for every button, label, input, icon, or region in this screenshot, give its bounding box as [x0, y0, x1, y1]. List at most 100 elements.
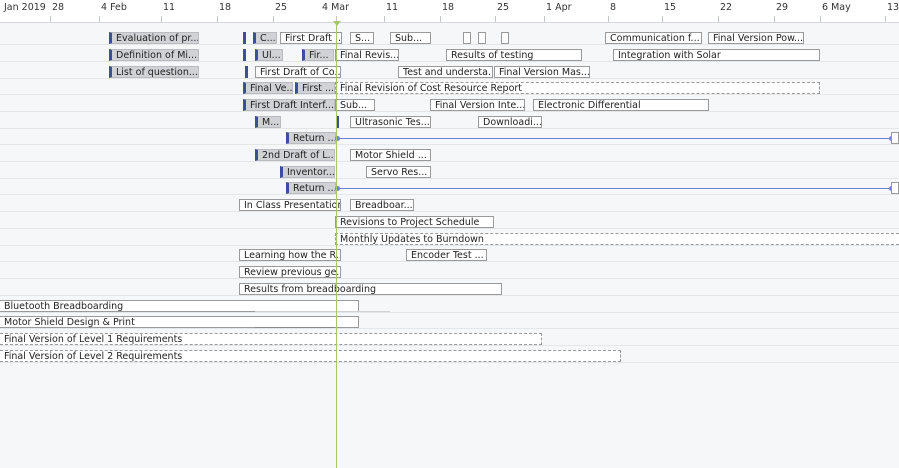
task-bar[interactable]: Inventor... — [280, 166, 335, 178]
tick-label: 6 May — [822, 2, 851, 13]
task-bar[interactable]: Sub... — [390, 32, 431, 44]
task-bar[interactable]: 2nd Draft of L... — [255, 149, 335, 161]
row-divider — [0, 61, 899, 62]
row-divider — [0, 328, 899, 329]
task-bar[interactable]: Integration with Solar — [613, 49, 820, 61]
tick-mark — [885, 16, 886, 22]
task-bar[interactable]: C... — [253, 32, 277, 44]
task-bar[interactable]: Final Version Inte... — [430, 99, 525, 111]
task-bar[interactable]: Return ... — [286, 182, 336, 194]
tick-label: 25 — [497, 2, 510, 13]
task-bar[interactable]: Final Version Pow... — [708, 32, 804, 44]
task-bar[interactable] — [891, 132, 899, 144]
today-marker-icon — [333, 21, 341, 26]
tick-mark — [50, 16, 51, 22]
row-divider — [0, 345, 899, 346]
task-bar[interactable]: Final Version of Level 2 Requirements — [0, 350, 621, 362]
task-bar[interactable]: Learning how the R... — [239, 249, 341, 261]
tick-mark — [273, 16, 274, 22]
row-divider — [0, 312, 899, 313]
tick-label: 15 — [664, 2, 677, 13]
tick-label: 1 Apr — [546, 2, 572, 13]
task-bar[interactable]: Fir... — [302, 49, 334, 61]
tick-mark — [718, 16, 719, 22]
tick-label: 29 — [776, 2, 789, 13]
task-bar[interactable] — [463, 32, 471, 44]
tick-mark — [495, 16, 496, 22]
row-divider — [0, 111, 899, 112]
task-bar[interactable]: Final Version of Level 1 Requirements — [0, 333, 542, 345]
task-bar[interactable]: Evaluation of pr... — [109, 32, 199, 44]
tick-label: 22 — [720, 2, 733, 13]
milestone-marker[interactable] — [243, 49, 246, 61]
tick-label: Jan 2019 — [4, 2, 46, 13]
row-divider — [0, 295, 899, 296]
task-bar[interactable]: Final Revision of Cost Resource Report — [335, 82, 820, 94]
task-bar[interactable]: First Draft ... — [280, 32, 342, 44]
task-bar[interactable]: List of question... — [109, 66, 199, 78]
task-bar[interactable]: Revisions to Project Schedule — [335, 216, 494, 228]
tick-mark — [384, 16, 385, 22]
tick-mark — [608, 16, 609, 22]
task-bar[interactable]: Review previous ge... — [239, 266, 341, 278]
tick-label: 13 — [887, 2, 899, 13]
task-bar[interactable]: Sub... — [335, 99, 375, 111]
task-bar[interactable]: M... — [255, 116, 281, 128]
task-bar[interactable]: Encoder Test ... — [406, 249, 487, 261]
task-bar[interactable]: Final Version Mas... — [494, 66, 590, 78]
row-divider — [0, 228, 899, 229]
tick-label: 18 — [219, 2, 232, 13]
milestone-marker[interactable] — [243, 32, 246, 44]
task-bar[interactable] — [478, 32, 486, 44]
task-bar[interactable]: First ... — [295, 82, 335, 94]
task-bar[interactable]: S... — [350, 32, 374, 44]
baseline-line — [255, 311, 390, 312]
tick-mark — [774, 16, 775, 22]
task-bar[interactable]: Breadboar... — [350, 199, 414, 211]
task-bar[interactable]: Communication f... — [605, 32, 702, 44]
tick-mark — [217, 16, 218, 22]
row-divider — [0, 44, 899, 45]
task-bar[interactable]: Return ... — [286, 132, 336, 144]
task-bar[interactable]: Definition of Mi... — [109, 49, 199, 61]
row-divider — [0, 78, 899, 79]
tick-label: 25 — [275, 2, 288, 13]
task-bar[interactable]: Final Ve... — [243, 82, 293, 94]
task-bar[interactable]: Monthly Updates to Burndown — [335, 233, 899, 245]
task-bar[interactable]: Results of testing — [446, 49, 582, 61]
row-divider — [0, 211, 899, 212]
timeline-header: Jan 2019 28 4 Feb 11 18 25 4 Mar 11 18 2… — [0, 0, 899, 23]
task-bar[interactable]: Ultrasonic Tes... — [350, 116, 431, 128]
task-bar[interactable] — [891, 182, 899, 194]
progress-line — [255, 327, 335, 328]
task-bar[interactable]: Downloadi... — [478, 116, 542, 128]
tick-mark — [662, 16, 663, 22]
tick-label: 4 Mar — [322, 2, 349, 13]
milestone-marker[interactable] — [245, 66, 248, 78]
tick-label: 28 — [52, 2, 65, 13]
tick-mark — [820, 16, 821, 22]
task-bar[interactable]: Final Revis... — [335, 49, 399, 61]
row-divider — [0, 144, 899, 145]
tick-label: 8 — [610, 2, 617, 13]
tick-label: 4 Feb — [101, 2, 127, 13]
tick-label: 11 — [386, 2, 399, 13]
task-bar[interactable]: First Draft Interf... — [243, 99, 335, 111]
task-bar[interactable]: Servo Res... — [366, 166, 431, 178]
row-divider — [0, 94, 899, 95]
tick-mark — [544, 16, 545, 22]
row-divider — [0, 178, 899, 179]
tick-label: 11 — [163, 2, 176, 13]
task-bar[interactable]: Ul... — [255, 49, 283, 61]
task-bar[interactable]: Results from breadboarding — [239, 283, 502, 295]
task-bar[interactable]: In Class Presentation — [239, 199, 341, 211]
task-bar[interactable] — [501, 32, 509, 44]
row-divider — [0, 362, 899, 363]
row-divider — [0, 245, 899, 246]
task-bar[interactable]: Motor Shield ... — [350, 149, 431, 161]
row-divider — [0, 161, 899, 162]
task-bar[interactable]: Test and understa... — [398, 66, 493, 78]
task-bar[interactable]: First Draft of Co... — [255, 66, 341, 78]
task-bar[interactable]: Electronic Differential — [533, 99, 709, 111]
tick-mark — [161, 16, 162, 22]
